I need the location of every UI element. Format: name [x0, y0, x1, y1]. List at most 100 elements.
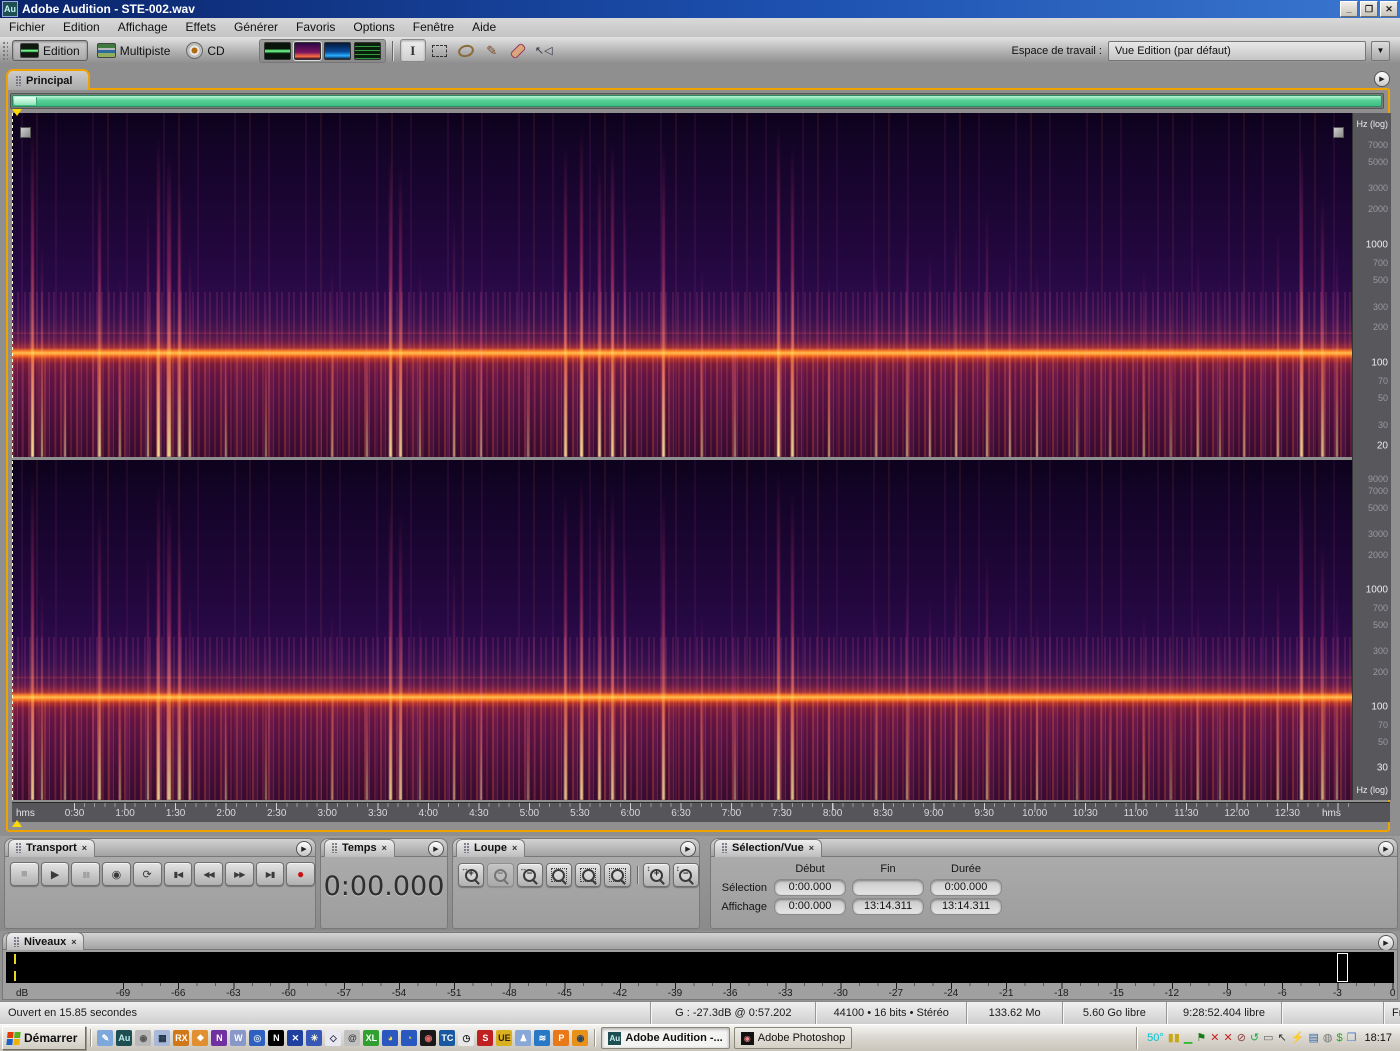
tray-scanner-icon[interactable]: ▭	[1263, 1032, 1273, 1044]
lasso-selection-tool[interactable]	[454, 40, 478, 61]
tray-underscore-icon[interactable]: ▁	[1184, 1032, 1192, 1044]
marquee-selection-tool[interactable]	[428, 40, 452, 61]
tray-cursor-icon[interactable]: ↖	[1278, 1032, 1287, 1044]
quicklaunch-mediaplayer-icon[interactable]: ◉	[572, 1030, 589, 1046]
quicklaunch-desktop-icon[interactable]: ✎	[97, 1030, 114, 1046]
affichage-fin-field[interactable]: 13:14.311	[852, 898, 924, 915]
menu-affichage[interactable]: Affichage	[109, 18, 177, 37]
go-to-end-button[interactable]: ▶▮	[255, 862, 285, 886]
quicklaunch-camera-icon[interactable]: ◉	[420, 1030, 437, 1046]
workspace-dropdown-arrow[interactable]: ▼	[1371, 40, 1390, 61]
quicklaunch-browser-icon[interactable]: ◎	[249, 1030, 266, 1046]
tab-principal[interactable]: Principal	[6, 69, 91, 90]
playhead-marker-top[interactable]	[12, 109, 22, 116]
quicklaunch-word-icon[interactable]: W	[230, 1030, 247, 1046]
quicklaunch-calculator-icon[interactable]: ▦	[154, 1030, 171, 1046]
stop-button[interactable]: ■	[10, 862, 39, 886]
taskbar-clock[interactable]: 18:17	[1364, 1032, 1392, 1044]
zoom-to-selection-button[interactable]	[545, 863, 572, 887]
tray-network-offline-2-icon[interactable]: ✕	[1223, 1032, 1232, 1044]
mode-multipiste-button[interactable]: Multipiste	[90, 41, 178, 60]
tray-flag-icon[interactable]: ⚑	[1196, 1032, 1206, 1044]
playhead-marker-bottom[interactable]	[12, 820, 22, 827]
quicklaunch-xtool-icon[interactable]: ✕	[287, 1030, 304, 1046]
phase-view-button[interactable]	[353, 41, 381, 60]
fast-forward-button[interactable]: ▶▶	[224, 862, 254, 886]
restore-button[interactable]: ❐	[1360, 1, 1378, 17]
close-icon[interactable]: ×	[512, 843, 517, 853]
zoom-in-vertical-button[interactable]: + ↕	[643, 863, 670, 887]
tray-power-icon[interactable]: ⚡	[1291, 1032, 1305, 1044]
menu-fichier[interactable]: Fichier	[0, 18, 54, 37]
mode-edition-button[interactable]: Edition	[12, 40, 88, 61]
quicklaunch-netscape-icon[interactable]: N	[268, 1030, 285, 1046]
affichage-debut-field[interactable]: 0:00.000	[774, 898, 846, 915]
tray-money-icon[interactable]: $	[1336, 1032, 1342, 1044]
rewind-button[interactable]: ◀◀	[194, 862, 223, 886]
scrollbar-thumb[interactable]	[12, 95, 1382, 107]
level-meter[interactable]	[6, 952, 1394, 983]
quicklaunch-audition-icon[interactable]: Au	[116, 1030, 133, 1046]
spot-healing-tool[interactable]	[506, 40, 530, 61]
menu-generer[interactable]: Générer	[225, 18, 287, 37]
zoom-selection-right-button[interactable]	[604, 863, 631, 887]
tray-network-offline-1-icon[interactable]: ✕	[1210, 1032, 1219, 1044]
tray-meter-icon[interactable]: ▮▮	[1168, 1032, 1180, 1044]
quicklaunch-briefcase-icon[interactable]: ❖	[192, 1030, 209, 1046]
selection-fin-field[interactable]	[852, 879, 924, 896]
quicklaunch-person-icon[interactable]: ♟	[515, 1030, 532, 1046]
panel-menu-button[interactable]: ▶	[680, 841, 696, 857]
time-selection-tool[interactable]: I	[399, 39, 426, 62]
panel-menu-button[interactable]: ▶	[1378, 935, 1394, 951]
spectral-view-button[interactable]	[292, 40, 322, 61]
minimize-button[interactable]: _	[1340, 1, 1358, 17]
frequency-ruler[interactable]: 7000 5000 3000 2000 1000 700 500 300 200 100 70 50 3…	[1352, 113, 1391, 800]
close-icon[interactable]: ×	[382, 843, 387, 853]
transport-tab[interactable]: Transport ×	[8, 838, 95, 857]
loupe-tab[interactable]: Loupe ×	[456, 838, 526, 857]
quicklaunch-startool-icon[interactable]: ✳	[306, 1030, 323, 1046]
play-from-cursor-button[interactable]: ◉	[102, 862, 131, 886]
quicklaunch-sbp-icon[interactable]: S	[477, 1030, 494, 1046]
quicklaunch-clock-icon[interactable]: ◷	[458, 1030, 475, 1046]
menu-aide[interactable]: Aide	[463, 18, 505, 37]
menu-fenetre[interactable]: Fenêtre	[404, 18, 463, 37]
close-icon[interactable]: ×	[71, 937, 76, 947]
pause-button[interactable]: ▮▮	[71, 862, 101, 886]
selection-vue-tab[interactable]: Sélection/Vue ×	[714, 838, 822, 857]
close-icon[interactable]: ×	[82, 843, 87, 853]
effects-paintbrush-tool[interactable]: ✎	[480, 40, 504, 61]
quicklaunch-pdf-icon[interactable]: P	[553, 1030, 570, 1046]
quicklaunch-tc-icon[interactable]: TC	[439, 1030, 456, 1046]
quicklaunch-onenote-icon[interactable]: N	[211, 1030, 228, 1046]
menu-favoris[interactable]: Favoris	[287, 18, 344, 37]
mode-cd-button[interactable]: CD	[179, 40, 231, 61]
close-icon[interactable]: ×	[809, 843, 814, 853]
panel-menu-button[interactable]: ▶	[1374, 71, 1390, 87]
spectrogram-left-channel[interactable]	[12, 113, 1352, 457]
pan-spectral-view-button[interactable]	[323, 41, 351, 60]
quicklaunch-rx-icon[interactable]: RX	[173, 1030, 190, 1046]
taskbar-window-photoshop[interactable]: ◉ Adobe Photoshop	[733, 1027, 853, 1049]
workspace-select[interactable]: Vue Edition (par défaut)	[1108, 40, 1366, 61]
time-ruler[interactable]: 0:30 1:00 1:30 2:00 2:30 3:00 3:30 4:00 4:30 5:00…	[12, 802, 1390, 822]
quicklaunch-xl-icon[interactable]: XL	[363, 1030, 380, 1046]
menu-edition[interactable]: Edition	[54, 18, 109, 37]
tray-temperature[interactable]: 50°	[1147, 1032, 1164, 1044]
zoom-selection-left-button[interactable]	[575, 863, 602, 887]
quicklaunch-openoffice-icon[interactable]: ≋	[534, 1030, 551, 1046]
quicklaunch-globe-1-icon[interactable]: ◕	[382, 1030, 399, 1046]
horizontal-scrollbar[interactable]	[10, 93, 1384, 109]
quicklaunch-doc-icon[interactable]: ◇	[325, 1030, 342, 1046]
corner-handle-right[interactable]	[1333, 127, 1344, 138]
scrub-tool[interactable]: ↖◁	[532, 40, 556, 61]
temps-tab[interactable]: Temps ×	[324, 838, 395, 857]
affichage-duree-field[interactable]: 13:14.311	[930, 898, 1002, 915]
panel-menu-button[interactable]: ▶	[428, 841, 444, 857]
start-button[interactable]: Démarrer	[2, 1026, 87, 1050]
selection-duree-field[interactable]: 0:00.000	[930, 879, 1002, 896]
quicklaunch-globe-2-icon[interactable]: ◔	[401, 1030, 418, 1046]
tray-mouse-icon[interactable]: ◍	[1323, 1032, 1333, 1044]
panel-menu-button[interactable]: ▶	[296, 841, 312, 857]
tray-blocked-icon[interactable]: ⊘	[1237, 1032, 1246, 1044]
